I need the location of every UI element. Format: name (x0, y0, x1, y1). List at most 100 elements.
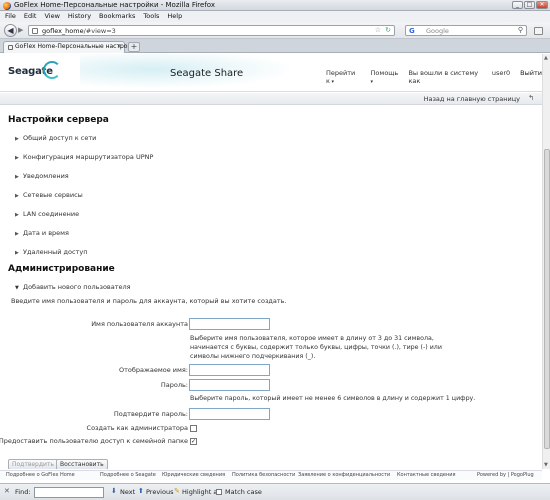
display-name-input[interactable] (189, 364, 270, 376)
find-previous-icon[interactable]: ⬆ (138, 487, 144, 495)
maximize-button[interactable]: □ (524, 1, 535, 9)
page-icon (8, 45, 13, 50)
account-name-label: Имя пользователя аккаунта (91, 320, 188, 328)
expand-triangle-icon: ▶ (15, 250, 19, 256)
window-titlebar: GoFlex Home-Персональные настройки - Moz… (0, 0, 550, 11)
google-icon[interactable]: G (409, 27, 415, 35)
password-help: Выберите пароль, который имеет не менее … (190, 395, 476, 402)
scrollbar-thumb[interactable] (544, 149, 550, 449)
top-nav: Перейти к Помощь Вы вошли в систему как … (326, 69, 542, 85)
expand-triangle-icon: ▶ (15, 212, 19, 218)
settings-item-upnp[interactable]: ▶ Конфигурация маршрутизатора UPNP (15, 153, 153, 161)
menubar: File Edit View History Bookmarks Tools H… (0, 11, 550, 22)
footer-link-contacts[interactable]: Контактные сведения (397, 472, 456, 478)
menu-file[interactable]: File (5, 11, 16, 22)
find-previous-button[interactable]: Previous (146, 488, 173, 496)
footer-link-privacy[interactable]: Заявление о конфиденциальности (298, 472, 390, 478)
forward-button[interactable]: ▶ (18, 26, 27, 35)
back-button[interactable]: ◀ (4, 24, 17, 37)
expand-triangle-icon: ▶ (15, 136, 19, 142)
family-folder-checkbox[interactable]: ✓ (190, 438, 197, 445)
reload-icon[interactable]: ↻ (385, 26, 391, 34)
restore-button[interactable]: Восстановить (56, 459, 108, 469)
confirm-password-input[interactable] (189, 408, 270, 420)
find-label: Find: (15, 488, 31, 496)
match-case-checkbox[interactable] (216, 489, 222, 495)
menu-bookmarks[interactable]: Bookmarks (99, 11, 135, 22)
settings-item-lan[interactable]: ▶ LAN соединение (15, 210, 79, 218)
settings-item-network-services[interactable]: ▶ Сетевые сервисы (15, 191, 83, 199)
page-menu-icon[interactable] (534, 27, 543, 35)
menu-history[interactable]: History (68, 11, 91, 22)
find-next-icon[interactable]: ⬇ (111, 487, 117, 495)
find-next-button[interactable]: Next (120, 488, 135, 496)
search-input[interactable]: Google (426, 27, 449, 35)
new-tab-button[interactable]: + (128, 42, 140, 52)
tab-close-icon[interactable]: x (117, 43, 121, 50)
expand-triangle-icon: ▶ (15, 174, 19, 180)
confirm-button[interactable]: Подтвердить (8, 459, 58, 469)
settings-item-notifications[interactable]: ▶ Уведомления (15, 172, 69, 180)
expand-triangle-icon: ▶ (15, 193, 19, 199)
confirm-password-label: Подтвердите пароль: (113, 410, 188, 418)
footer-link-goflex[interactable]: Подробнее о GoFlex Home (6, 472, 75, 478)
back-arrow-icon[interactable]: ↰ (528, 94, 534, 102)
bookmark-star-icon[interactable]: ☆ (375, 26, 381, 34)
back-bar: Назад на главную страницу ↰ (0, 93, 542, 105)
menu-help[interactable]: Help (167, 11, 182, 22)
close-window-button[interactable]: ✕ (536, 1, 548, 9)
settings-item-datetime[interactable]: ▶ Дата и время (15, 229, 69, 237)
create-admin-checkbox[interactable] (190, 425, 197, 432)
page-viewport: Seagate Seagate Share Перейти к Помощь В… (0, 54, 550, 469)
url-bar[interactable]: goflex_home/#view=3 ☆ ↻ (28, 25, 395, 36)
find-close-icon[interactable]: ✕ (4, 487, 10, 495)
collapse-triangle-icon: ▼ (15, 285, 19, 291)
minimize-button[interactable]: _ (512, 1, 523, 9)
navigation-toolbar: ◀ ▶ goflex_home/#view=3 ☆ ↻ G Google ⚲ (0, 22, 550, 39)
username: user0 (491, 69, 511, 77)
menu-view[interactable]: View (44, 11, 59, 22)
menu-edit[interactable]: Edit (24, 11, 37, 22)
footer-link-legal[interactable]: Юридические сведения (162, 472, 225, 478)
settings-item-network-share[interactable]: ▶ Общий доступ к сети (15, 134, 96, 142)
window-title: GoFlex Home-Персональные настройки - Moz… (14, 1, 216, 9)
footer-powered-by: Powered by | PogoPlug (477, 472, 534, 478)
display-name-label: Отображаемое имя: (118, 366, 188, 374)
search-icon[interactable]: ⚲ (518, 26, 523, 34)
site-header: Seagate Seagate Share Перейти к Помощь В… (0, 54, 542, 92)
footer-link-seagate[interactable]: Подробнее о Seagate (100, 472, 156, 478)
goto-menu[interactable]: Перейти к (326, 69, 361, 85)
add-user-toggle[interactable]: ▼ Добавить нового пользователя (15, 283, 131, 291)
site-identity-icon[interactable] (32, 28, 38, 34)
back-to-home-link[interactable]: Назад на главную страницу (424, 95, 520, 103)
server-settings-title: Настройки сервера (8, 115, 109, 125)
search-bar[interactable]: G Google ⚲ (405, 25, 527, 36)
tab-goflex[interactable]: GoFlex Home-Персональные настройки x (3, 41, 139, 53)
logout-link[interactable]: Выйти (520, 69, 542, 85)
find-input[interactable] (34, 487, 104, 498)
highlight-icon[interactable]: ✎ (174, 487, 180, 495)
footer-link-security[interactable]: Политика безопасности (232, 472, 295, 478)
password-label: Пароль: (160, 381, 188, 389)
menu-tools[interactable]: Tools (143, 11, 159, 22)
expand-triangle-icon: ▶ (15, 155, 19, 161)
firefox-icon (3, 2, 11, 10)
settings-item-remote-access[interactable]: ▶ Удаленный доступ (15, 248, 87, 256)
tab-strip: GoFlex Home-Персональные настройки x + (0, 39, 550, 53)
url-text[interactable]: goflex_home/#view=3 (42, 27, 116, 35)
logged-in-label: Вы вошли в систему как (408, 69, 479, 85)
help-menu[interactable]: Помощь (371, 69, 399, 85)
app-title: Seagate Share (170, 68, 244, 79)
window-controls: _ □ ✕ (512, 1, 548, 9)
account-name-input[interactable] (189, 318, 270, 330)
scroll-down-icon[interactable]: ▼ (544, 462, 548, 468)
password-input[interactable] (189, 379, 270, 391)
expand-triangle-icon: ▶ (15, 231, 19, 237)
scroll-up-icon[interactable]: ▲ (544, 55, 548, 61)
site-footer: Подробнее о GoFlex Home Подробнее о Seag… (0, 470, 542, 480)
vertical-scrollbar[interactable]: ▲ ▼ (542, 54, 550, 469)
seagate-logo-icon (43, 61, 61, 79)
account-name-help: Выберите имя пользователя, которое имеет… (190, 335, 442, 360)
create-admin-label: Создать как администратора (86, 424, 188, 432)
add-user-intro: Введите имя пользователя и пароль для ак… (11, 297, 287, 305)
